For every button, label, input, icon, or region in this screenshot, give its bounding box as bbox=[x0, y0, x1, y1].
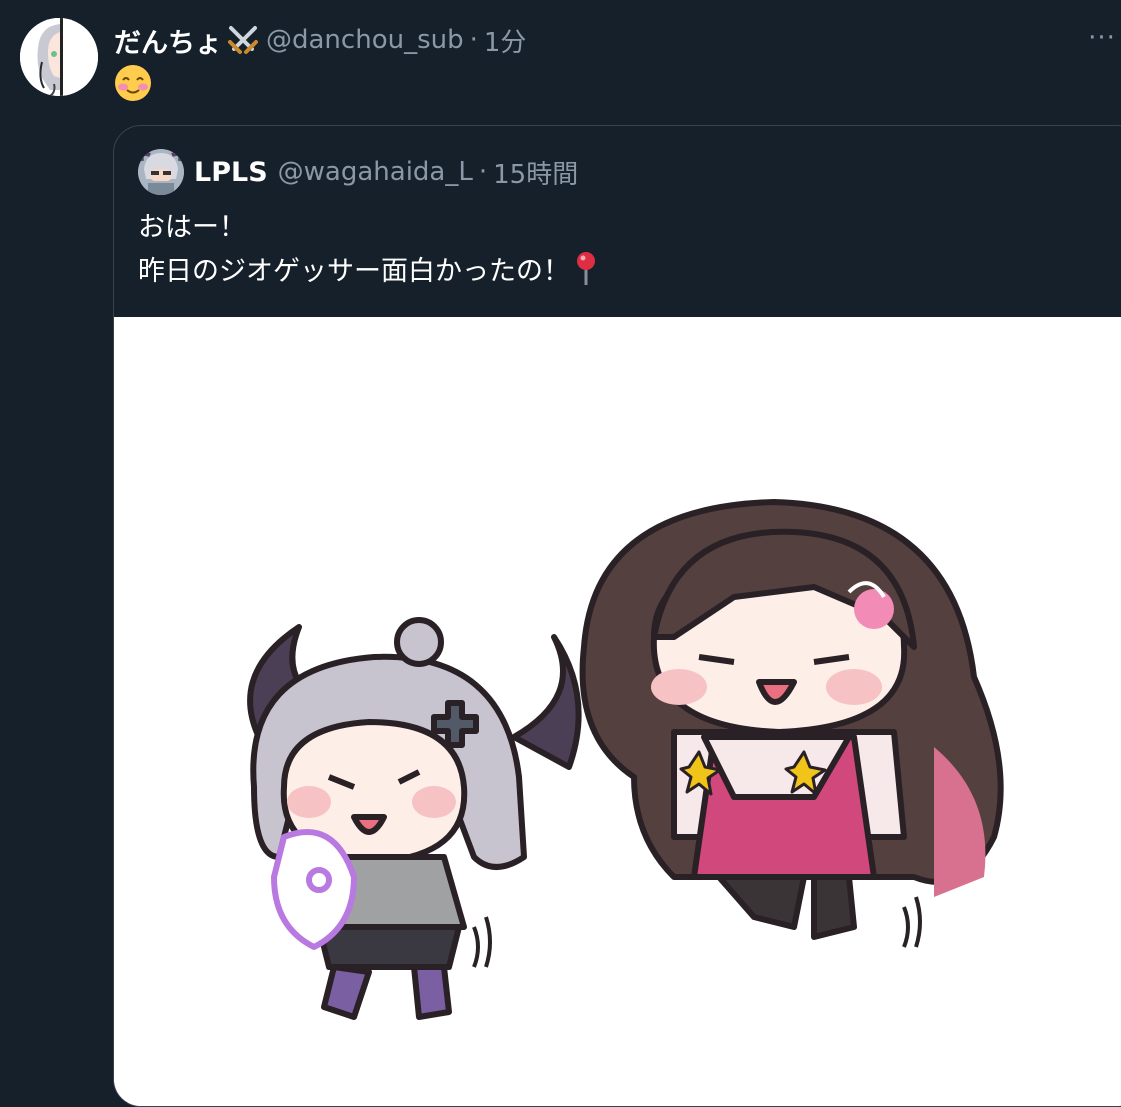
crossed-swords-icon bbox=[226, 23, 260, 57]
separator-dot: · bbox=[478, 157, 488, 187]
quoted-text-line-2-text: 昨日のジオゲッサー面白かったの！ bbox=[138, 256, 570, 287]
more-options-button[interactable]: ··· bbox=[1087, 24, 1117, 52]
quoted-text-line-2: 昨日のジオゲッサー面白かったの！ bbox=[138, 250, 598, 294]
tweet-timestamp[interactable]: 1分 bbox=[484, 22, 527, 59]
quoted-tweet-header: LPLS @wagahaida_L · 15時間 bbox=[138, 148, 578, 196]
tweet-header: だんちょ @danchou_sub · 1分 bbox=[114, 20, 526, 60]
author-avatar[interactable] bbox=[20, 18, 98, 96]
quoted-author-display-name[interactable]: LPLS bbox=[194, 157, 268, 188]
quoted-text-line-1: おはー！ bbox=[138, 212, 246, 243]
quoted-author-avatar[interactable] bbox=[138, 149, 184, 195]
separator-dot: · bbox=[469, 25, 478, 55]
smiling-face-icon bbox=[114, 64, 152, 102]
quoted-author-handle[interactable]: @wagahaida_L bbox=[278, 157, 473, 187]
quoted-tweet-text: おはー！ 昨日のジオゲッサー面白かったの！ bbox=[138, 206, 598, 294]
author-handle[interactable]: @danchou_sub bbox=[266, 25, 464, 55]
quoted-tweet-card[interactable]: LPLS @wagahaida_L · 15時間 おはー！ 昨日のジオゲッサー面… bbox=[113, 125, 1121, 1107]
round-pushpin-icon bbox=[574, 251, 598, 287]
quoted-tweet-timestamp[interactable]: 15時間 bbox=[493, 154, 578, 191]
quoted-tweet-image[interactable] bbox=[114, 317, 1121, 1106]
author-display-name[interactable]: だんちょ bbox=[114, 21, 222, 60]
